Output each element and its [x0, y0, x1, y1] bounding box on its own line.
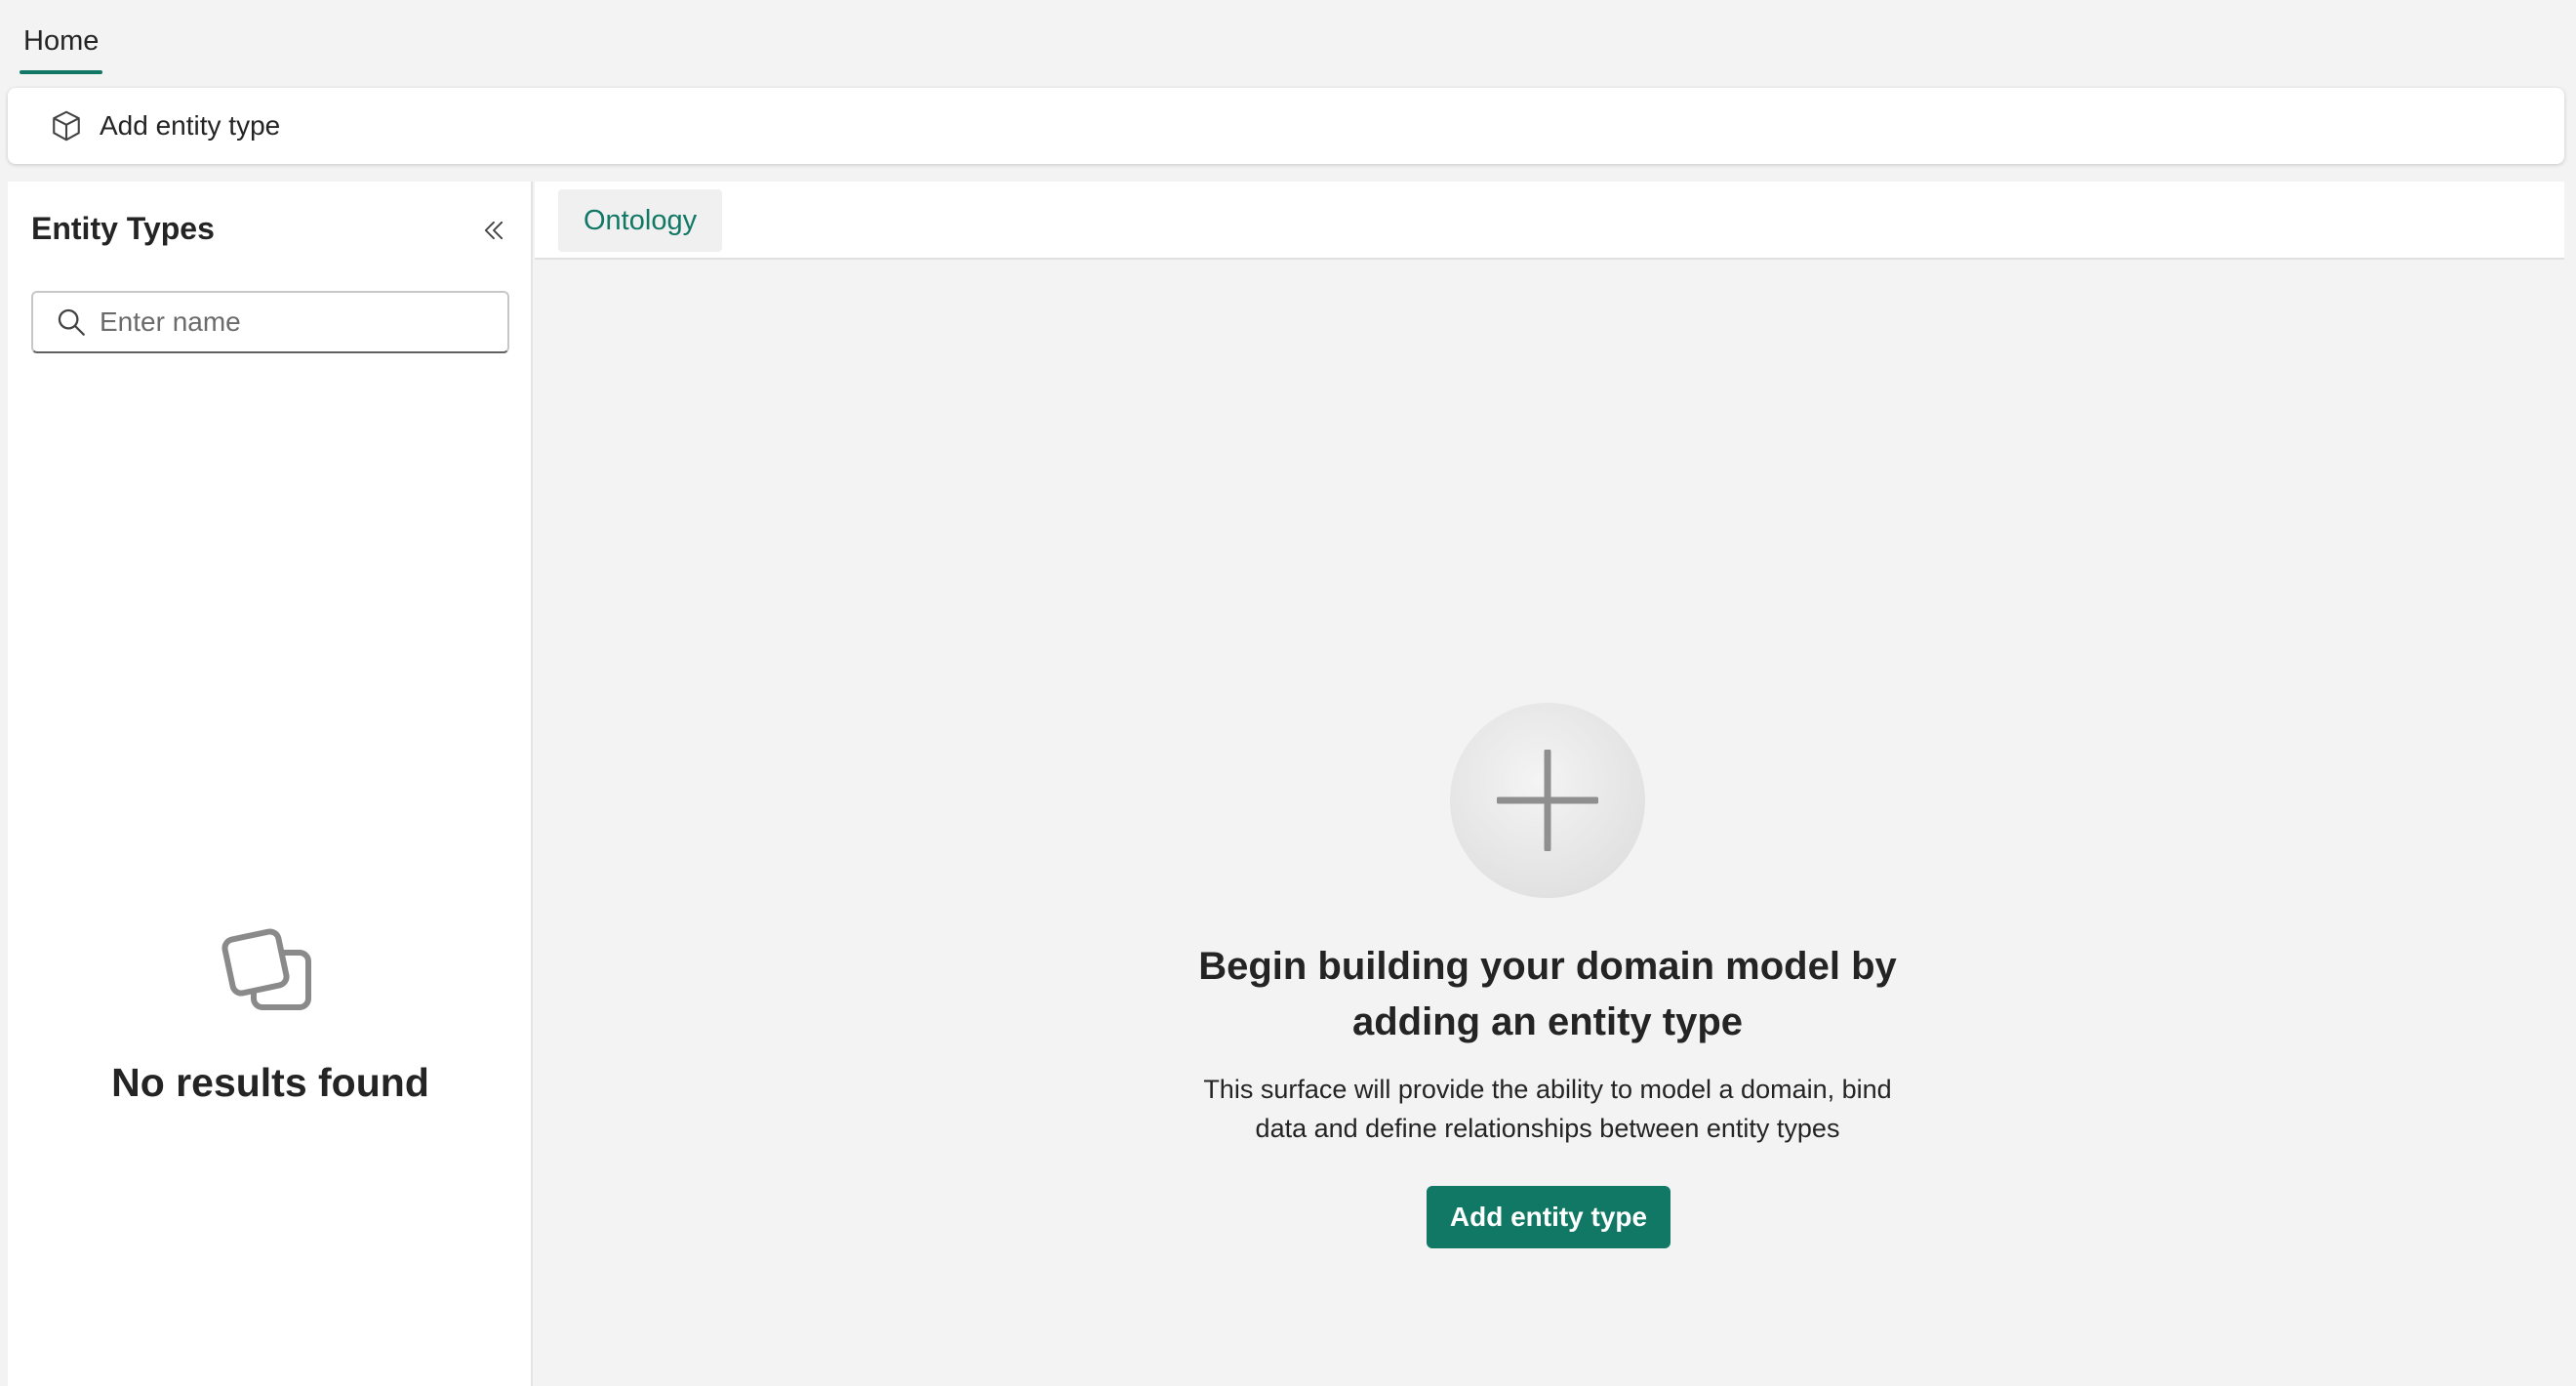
search-input[interactable] — [100, 306, 490, 338]
description-line-1: This surface will provide the ability to… — [1203, 1075, 1892, 1104]
tab-ontology[interactable]: Ontology — [558, 189, 723, 252]
no-results-text: No results found — [111, 1060, 429, 1105]
double-chevron-left-icon — [484, 221, 503, 240]
top-tab-bar: Home — [0, 0, 2576, 86]
description-line-2: data and define relationships between en… — [1255, 1114, 1840, 1143]
empty-state-description: This surface will provide the ability to… — [1108, 1070, 1987, 1148]
add-entity-type-ribbon-button[interactable]: Add entity type — [37, 102, 292, 150]
panel-title: Entity Types — [31, 211, 215, 246]
ribbon-toolbar: Add entity type — [8, 88, 2564, 164]
add-placeholder-circle — [1450, 703, 1645, 898]
cube-icon — [53, 110, 80, 142]
empty-squares-icon — [221, 928, 311, 1010]
heading-line-2: adding an entity type — [1351, 1000, 1744, 1043]
add-entity-type-label: Add entity type — [100, 110, 281, 141]
main-canvas: Ontology Begin building your domain mode… — [535, 182, 2564, 1386]
add-entity-type-button[interactable]: Add entity type — [1427, 1186, 1670, 1248]
entity-types-panel: Entity Types No results found — [8, 182, 533, 1386]
search-field[interactable] — [31, 291, 509, 353]
search-icon — [58, 308, 85, 336]
heading-line-1: Begin building your domain model by — [1198, 945, 1897, 988]
collapse-panel-button[interactable] — [474, 211, 513, 250]
plus-icon — [1497, 750, 1598, 851]
tab-home[interactable]: Home — [20, 21, 103, 74]
empty-state-heading: Begin building your domain model by addi… — [1108, 939, 1987, 1050]
canvas-tab-bar: Ontology — [535, 182, 2564, 260]
